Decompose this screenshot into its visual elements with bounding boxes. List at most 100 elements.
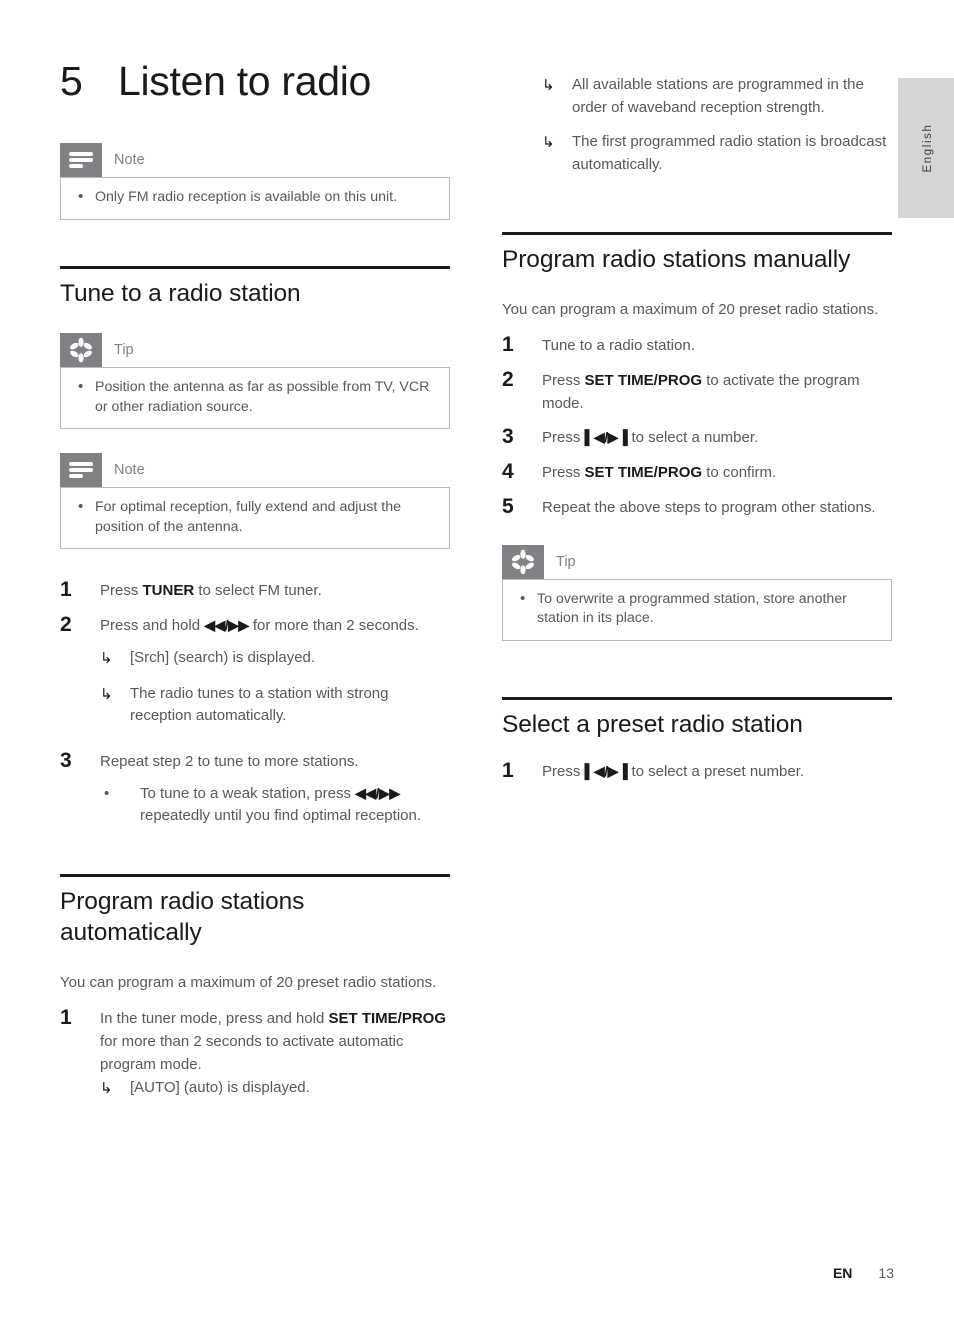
callout-label: Tip <box>556 553 576 570</box>
step-text-before: Press <box>542 463 585 481</box>
result-text: The first programmed radio station is br… <box>572 133 887 173</box>
callout-body: Only FM radio reception is available on … <box>60 177 450 220</box>
step-item: 1 Press ▌◀/▶▐ to select a preset number. <box>502 758 892 785</box>
callout-header: Note <box>60 143 450 178</box>
step-text-after: to select a preset number. <box>627 763 805 781</box>
chapter-title-text: Listen to radio <box>118 58 372 104</box>
step-text-before: Press <box>542 763 585 781</box>
callout-header: Note <box>60 453 450 488</box>
callout-bullet: Position the antenna as far as possible … <box>73 377 437 417</box>
section-heading-auto: Program radio stations automatically <box>60 887 305 946</box>
step-number: 1 <box>502 333 514 357</box>
result-line: ↳ [Srch] (search) is displayed. <box>100 647 450 671</box>
callout-label: Note <box>114 152 145 169</box>
step-text-after: for more than 2 seconds to activate auto… <box>100 1033 404 1074</box>
step-bold-term: SET TIME/PROG <box>584 463 703 481</box>
step-item: 3 Press ▌◀/▶▐ to select a number. <box>502 424 892 451</box>
callout-body: Position the antenna as far as possible … <box>60 367 450 430</box>
step-text: Press and hold ◀◀/▶▶ for more than 2 sec… <box>100 612 450 638</box>
callout-note-intro: Note Only FM radio reception is availabl… <box>60 143 450 220</box>
result-line: ↳ The first programmed radio station is … <box>542 131 892 176</box>
step-text: Press TUNER to select FM tuner. <box>100 577 450 603</box>
section-paragraph: You can program a maximum of 20 preset r… <box>60 974 437 992</box>
steps-select: 1 Press ▌◀/▶▐ to select a preset number. <box>502 758 892 785</box>
result-text: The radio tunes to a station with strong… <box>130 684 389 725</box>
step-number: 2 <box>502 368 514 392</box>
skip-track-glyph: ▌◀/▶▐ <box>584 429 628 446</box>
tip-icon <box>502 544 544 579</box>
right-column: ↳ All available stations are programmed … <box>502 60 892 785</box>
sub-text-after: repeatedly until you find optimal recept… <box>140 807 422 824</box>
callout-body: To overwrite a programmed station, store… <box>502 578 892 641</box>
rewind-forward-glyph: ◀◀/▶▶ <box>204 617 249 634</box>
callout-label: Tip <box>114 342 134 358</box>
step-text-before: In the tuner mode, press and hold <box>100 1010 329 1028</box>
step-text: Press SET TIME/PROG to activate the prog… <box>542 367 892 416</box>
callout-header: Tip <box>60 333 450 367</box>
result-arrow-icon: ↳ <box>542 77 555 94</box>
section-heading-manual: Program radio stations manually <box>502 246 851 273</box>
page-footer: EN 13 <box>0 1265 954 1281</box>
callout-label: Note <box>114 462 145 479</box>
step-text-after: to select FM tuner. <box>194 582 322 600</box>
callout-bullet: Only FM radio reception is available on … <box>73 187 437 208</box>
step-bold-term: TUNER <box>142 582 195 600</box>
step-number: 1 <box>60 1006 72 1030</box>
step-text: Press ▌◀/▶▐ to select a preset number. <box>542 758 892 784</box>
section-heading-select: Select a preset radio station <box>502 710 803 738</box>
result-arrow-icon: ↳ <box>100 685 113 703</box>
step-number: 1 <box>60 578 72 602</box>
result-arrow-icon: ↳ <box>542 134 555 151</box>
step-text: Press SET TIME/PROG to confirm. <box>542 459 892 485</box>
step-text-before: Press <box>542 429 585 447</box>
step-text: Repeat the above steps to program other … <box>542 498 876 516</box>
chapter-title: 5 Listen to radio <box>60 58 450 104</box>
result-line: ↳ All available stations are programmed … <box>542 74 892 119</box>
left-column: 5 Listen to radio Note Only FM radio rec… <box>60 58 450 1101</box>
step-text: Tune to a radio station. <box>542 337 695 355</box>
tip-icon <box>60 333 102 367</box>
step-number: 5 <box>502 494 514 518</box>
language-tab: English <box>898 78 954 218</box>
step-number: 3 <box>60 748 72 772</box>
step-text-after: to select a number. <box>627 429 759 447</box>
sub-bullet-line: • To tune to a weak station, press ◀◀/▶▶… <box>100 783 450 828</box>
note-icon <box>60 453 102 488</box>
step-number: 1 <box>502 759 514 783</box>
step-item: 5 Repeat the above steps to program othe… <box>502 494 892 521</box>
callout-bullet: To overwrite a programmed station, store… <box>515 589 879 629</box>
result-line: ↳ [AUTO] (auto) is displayed. <box>100 1077 450 1101</box>
step-number: 2 <box>60 613 72 637</box>
step-item: 1 Tune to a radio station. <box>502 332 892 359</box>
step-number: 4 <box>502 459 514 483</box>
callout-header: Tip <box>502 544 892 579</box>
step-item: 1 Press TUNER to select FM tuner. <box>60 577 450 604</box>
callout-tip-antenna: Tip Position the antenna as far as possi… <box>60 333 450 430</box>
result-text: [Srch] (search) is displayed. <box>130 649 316 667</box>
skip-track-glyph: ▌◀/▶▐ <box>584 763 628 780</box>
step-item: 2 Press and hold ◀◀/▶▶ for more than 2 s… <box>60 612 450 639</box>
step-text: In the tuner mode, press and hold SET TI… <box>100 1005 450 1077</box>
step-text-before: Press and hold <box>100 617 205 635</box>
result-text: [AUTO] (auto) is displayed. <box>130 1078 310 1096</box>
footer-language-code: EN <box>832 1265 853 1281</box>
section-paragraph: You can program a maximum of 20 preset r… <box>502 301 879 319</box>
footer-page-number: 13 <box>878 1265 894 1281</box>
rewind-forward-glyph: ◀◀/▶▶ <box>355 784 400 801</box>
step-item: 4 Press SET TIME/PROG to confirm. <box>502 459 892 486</box>
step-text: Press ▌◀/▶▐ to select a number. <box>542 424 892 450</box>
step-item: 2 Press SET TIME/PROG to activate the pr… <box>502 367 892 416</box>
tip-asterisk-icon <box>512 549 534 575</box>
steps-manual: 1 Tune to a radio station. 2 Press SET T… <box>502 332 892 520</box>
step-bold-term: SET TIME/PROG <box>584 372 703 390</box>
result-line: ↳ The radio tunes to a station with stro… <box>100 683 450 728</box>
note-icon <box>60 143 102 178</box>
sub-text-before: To tune to a weak station, press <box>140 784 356 802</box>
step-bold-term: SET TIME/PROG <box>328 1010 446 1028</box>
callout-bullet: For optimal reception, fully extend and … <box>73 497 437 537</box>
continued-results: ↳ All available stations are programmed … <box>502 74 892 176</box>
callout-tip-overwrite: Tip To overwrite a programmed station, s… <box>502 544 892 641</box>
step-item: 1 In the tuner mode, press and hold SET … <box>60 1005 450 1077</box>
step-item: 3 Repeat step 2 to tune to more stations… <box>60 748 450 775</box>
section-heading-tune: Tune to a radio station <box>60 279 301 307</box>
